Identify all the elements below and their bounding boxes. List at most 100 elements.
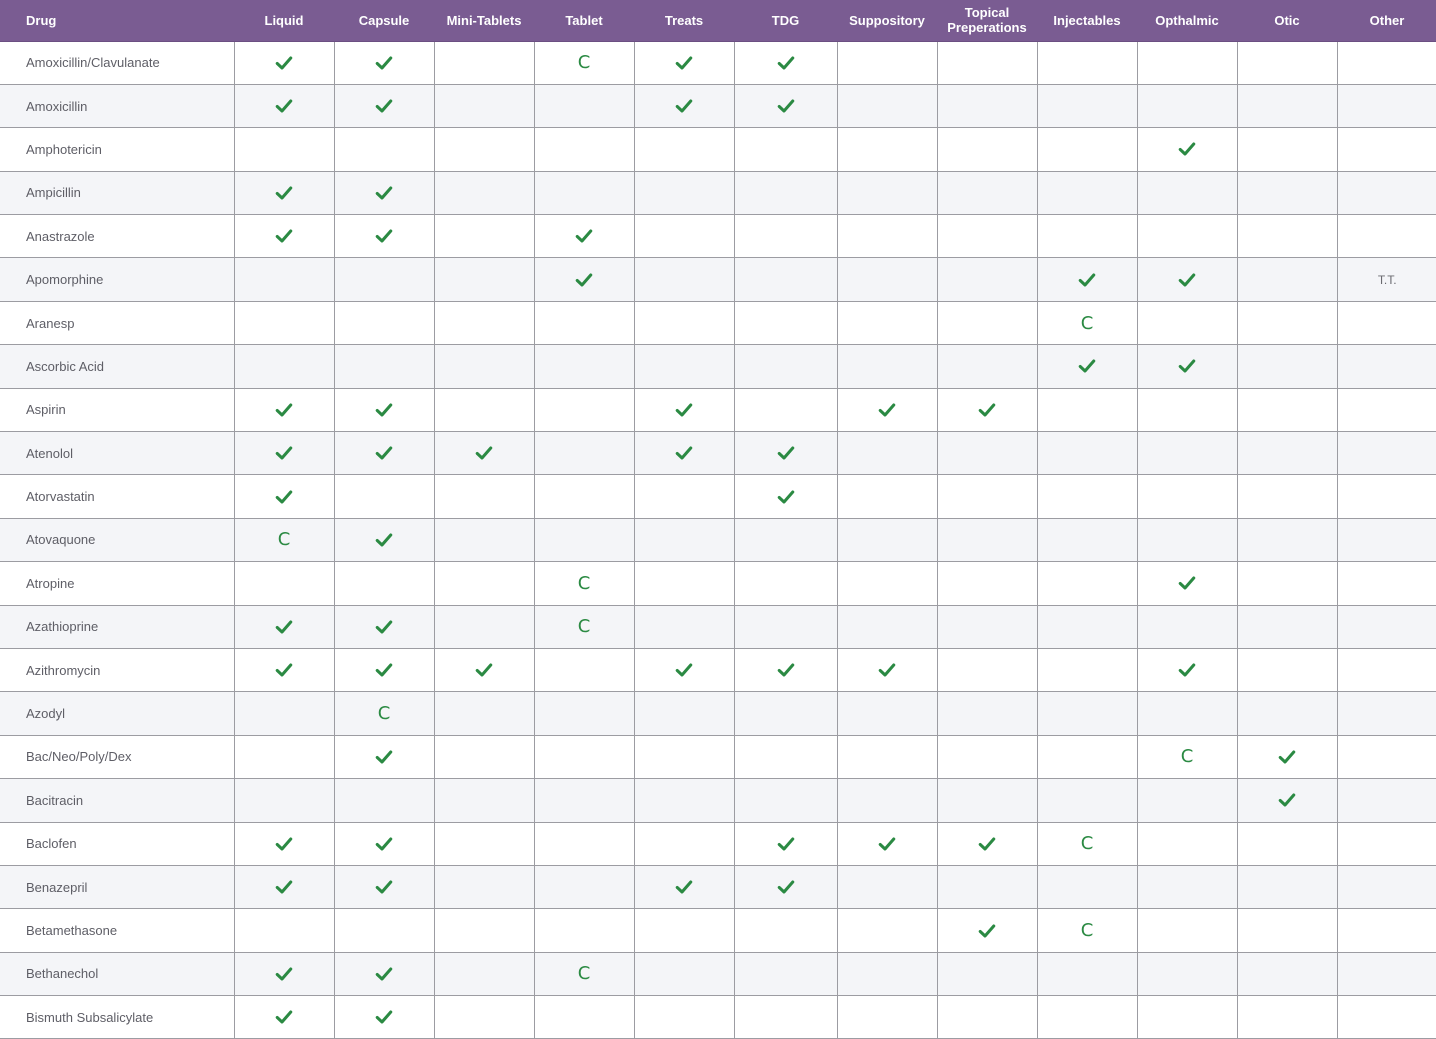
table-cell: C — [1037, 301, 1138, 346]
table-cell — [1237, 518, 1338, 563]
checkmark-icon — [375, 444, 393, 462]
table-cell — [334, 171, 435, 216]
column-header-tdg: TDG — [734, 0, 837, 42]
table-cell — [1237, 561, 1338, 606]
table-cell — [1137, 171, 1238, 216]
checkmark-icon — [375, 661, 393, 679]
table-cell — [434, 431, 535, 476]
table-cell — [937, 301, 1038, 346]
checkmark-icon — [375, 835, 393, 853]
table-cell — [1037, 171, 1138, 216]
table-cell — [837, 301, 938, 346]
drug-name-cell: Atenolol — [0, 431, 235, 476]
table-cell: C — [534, 605, 635, 649]
table-cell — [434, 518, 535, 563]
checkmark-icon — [1178, 661, 1196, 679]
table-cell — [734, 952, 838, 997]
checkmark-icon — [275, 965, 293, 983]
table-cell — [837, 474, 938, 519]
table-cell — [1137, 474, 1238, 519]
table-cell: C — [534, 41, 635, 85]
table-cell — [234, 257, 335, 302]
table-cell — [1237, 474, 1338, 519]
drug-name-cell: Betamethasone — [0, 908, 235, 953]
table-cell — [634, 995, 735, 1039]
table-cell: C — [534, 952, 635, 997]
table-cell — [937, 995, 1038, 1039]
checkmark-icon — [1078, 271, 1096, 289]
table-cell — [1337, 952, 1436, 997]
checkmark-icon — [375, 965, 393, 983]
table-cell — [734, 822, 838, 866]
checkmark-icon — [375, 401, 393, 419]
table-cell — [837, 605, 938, 649]
table-cell — [634, 822, 735, 866]
table-body: Amoxicillin/Clavulanate C Amoxicillin Ampho… — [0, 41, 1436, 1039]
checkmark-icon — [675, 444, 693, 462]
table-cell — [234, 41, 335, 85]
table-row: Betamethasone C — [0, 908, 1436, 953]
table-cell — [634, 908, 735, 953]
table-cell — [434, 648, 535, 693]
table-cell — [937, 127, 1038, 172]
table-cell — [434, 474, 535, 519]
drug-formulation-table: Drug Liquid Capsule Mini-Tablets Tablet Treat… — [0, 0, 1436, 1039]
checkmark-icon — [275, 97, 293, 115]
header-row: Drug Liquid Capsule Mini-Tablets Tablet Treat… — [0, 0, 1436, 42]
checkmark-icon — [1078, 357, 1096, 375]
table-cell — [734, 735, 838, 780]
drug-name-cell: Bethanechol — [0, 952, 235, 997]
table-cell — [434, 822, 535, 866]
table-cell — [1037, 344, 1138, 389]
table-cell — [937, 214, 1038, 259]
table-cell — [334, 908, 435, 953]
checkmark-icon — [275, 227, 293, 245]
drug-name-cell: Atorvastatin — [0, 474, 235, 519]
table-cell — [234, 127, 335, 172]
table-cell — [837, 84, 938, 129]
table-cell — [1137, 605, 1238, 649]
table-cell — [1237, 778, 1338, 823]
checkmark-icon — [777, 878, 795, 896]
table-cell — [534, 388, 635, 433]
table-cell — [1137, 865, 1238, 910]
table-row: Ascorbic Acid — [0, 344, 1436, 389]
table-cell — [634, 301, 735, 346]
table-cell — [634, 127, 735, 172]
table-cell — [1037, 605, 1138, 649]
table-cell — [634, 605, 735, 649]
checkmark-icon — [878, 661, 896, 679]
table-cell — [1037, 474, 1138, 519]
table-cell — [1137, 518, 1238, 563]
table-cell — [334, 41, 435, 85]
table-cell — [1037, 691, 1138, 736]
table-cell — [334, 388, 435, 433]
table-cell — [634, 388, 735, 433]
table-cell — [534, 257, 635, 302]
table-cell — [1337, 995, 1436, 1039]
column-header-otic: Otic — [1237, 0, 1337, 42]
table-cell — [434, 257, 535, 302]
drug-name-cell: Aspirin — [0, 388, 235, 433]
table-cell — [1337, 344, 1436, 389]
table-row: Azithromycin — [0, 648, 1436, 693]
table-cell — [1037, 214, 1138, 259]
table-cell — [1037, 41, 1138, 85]
table-cell — [937, 388, 1038, 433]
compounded-marker: C — [577, 52, 591, 74]
table-cell — [234, 995, 335, 1039]
table-cell — [234, 952, 335, 997]
table-cell — [534, 301, 635, 346]
checkmark-icon — [275, 878, 293, 896]
table-cell — [634, 41, 735, 85]
table-cell — [837, 431, 938, 476]
table-cell — [1237, 648, 1338, 693]
table-cell — [1337, 84, 1436, 129]
table-cell — [1137, 952, 1238, 997]
table-cell — [1337, 301, 1436, 346]
table-cell — [1237, 822, 1338, 866]
compounded-marker: C — [277, 529, 291, 551]
table-cell — [1137, 344, 1238, 389]
table-cell — [1337, 605, 1436, 649]
checkmark-icon — [375, 227, 393, 245]
